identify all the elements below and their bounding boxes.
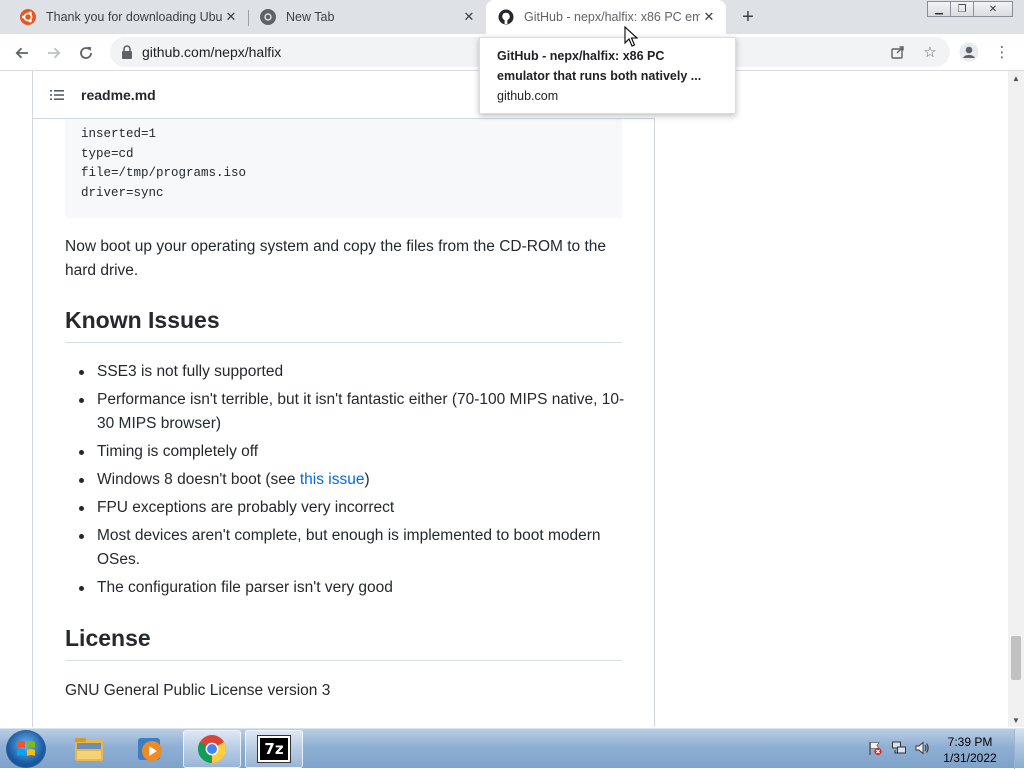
system-clock[interactable]: 7:39 PM 1/31/2022 [930,734,1010,766]
scroll-down-icon[interactable]: ▼ [1008,713,1024,727]
vertical-scrollbar[interactable]: ▲ ▼ [1008,71,1024,727]
forward-arrow-icon[interactable] [41,40,67,66]
tab-strip: Thank you for downloading Ubu ✕ New Tab … [0,0,1024,34]
tab-ubuntu[interactable]: Thank you for downloading Ubu ✕ [8,0,248,34]
taskbar-explorer[interactable] [60,730,118,768]
7zip-logo-text: 7z [264,740,284,758]
list-item: The configuration file parser isn't very… [65,576,625,600]
close-tab-icon[interactable]: ✕ [222,8,240,26]
media-player-icon [138,738,162,761]
list-item: Timing is completely off [65,440,625,464]
code-line: file=/tmp/programs.iso [81,166,247,181]
list-item: Most devices aren't complete, but enough… [65,524,625,572]
issue-text: ) [364,471,370,488]
tab-github-halfix[interactable]: GitHub - nepx/halfix: x86 PC emu ✕ [486,0,726,34]
restore-icon[interactable]: ❐ [950,1,974,17]
page-viewport: ▔ ▔▔▔▔▔▔▔ ▔ inserted=1 type=cd file=/tmp… [0,71,1008,727]
window-controls: ▁ ❐ ✕ [927,1,1013,17]
7zip-icon: 7z [257,735,291,763]
taskbar-chrome[interactable] [183,730,241,768]
network-icon[interactable] [890,739,908,757]
action-center-flag-icon[interactable] [866,739,884,757]
known-issues-list: SSE3 is not fully supported Performance … [65,360,625,604]
scroll-up-icon[interactable]: ▲ [1008,71,1024,85]
code-line: type=cd [81,146,134,161]
github-icon [498,9,514,25]
lock-icon[interactable] [120,45,134,59]
reload-icon[interactable] [73,40,99,66]
issue-text: Windows 8 doesn't boot (see [97,471,300,488]
tab-title: GitHub - nepx/halfix: x86 PC emu [524,10,700,24]
explorer-icon [75,738,103,761]
ubuntu-icon [20,9,36,25]
license-text: GNU General Public License version 3 [65,682,331,699]
code-block: ▔ ▔▔▔▔▔▔▔ ▔ inserted=1 type=cd file=/tmp… [65,107,622,218]
mouse-cursor-icon [624,26,638,47]
share-icon[interactable] [887,41,909,63]
start-button[interactable] [6,730,46,768]
show-desktop-button[interactable] [1014,729,1024,769]
close-tab-icon[interactable]: ✕ [700,8,718,26]
license-heading: License [65,625,622,661]
readme-filename[interactable]: readme.md [81,87,156,103]
windows-logo-icon [17,741,35,756]
tab-hover-card: GitHub - nepx/halfix: x86 PC emulator th… [479,37,736,114]
taskbar-media-player[interactable] [121,730,179,768]
hover-card-title: GitHub - nepx/halfix: x86 PC emulator th… [497,49,702,83]
list-item: Windows 8 doesn't boot (see this issue) [65,468,625,492]
list-item: FPU exceptions are probably very incorre… [65,496,625,520]
tab-title: New Tab [286,10,335,24]
clock-date: 1/31/2022 [943,751,997,765]
taskbar-7zip[interactable]: 7z [245,730,303,768]
new-tab-button[interactable]: + [736,5,760,29]
hover-card-url: github.com [497,89,559,103]
code-line: inserted=1 [81,127,157,141]
this-issue-link[interactable]: this issue [300,471,365,488]
tab-title: Thank you for downloading Ubu [46,10,222,24]
minimize-icon[interactable]: ▁ [927,1,951,17]
windows-taskbar: 7z 7:39 PM 1/31/2022 [0,728,1024,769]
list-item: Performance isn't terrible, but it isn't… [65,388,625,436]
close-window-icon[interactable]: ✕ [973,1,1013,17]
readme-container: ▔ ▔▔▔▔▔▔▔ ▔ inserted=1 type=cd file=/tmp… [32,71,655,727]
profile-avatar-icon[interactable] [958,41,980,63]
list-item: SSE3 is not fully supported [65,360,625,384]
chrome-icon [260,9,276,25]
scrollbar-thumb[interactable] [1011,636,1021,680]
chrome-icon [198,735,226,763]
back-arrow-icon[interactable] [9,40,35,66]
known-issues-heading: Known Issues [65,307,622,343]
clock-time: 7:39 PM [947,735,993,749]
tab-new-tab[interactable]: New Tab ✕ [248,0,486,34]
url-text[interactable]: github.com/nepx/halfix [142,44,281,60]
kebab-menu-icon[interactable]: ⋮ [991,41,1013,63]
list-outline-icon[interactable] [49,87,65,103]
code-line: driver=sync [81,186,164,201]
boot-paragraph: Now boot up your operating system and co… [65,238,607,279]
close-tab-icon[interactable]: ✕ [460,8,478,26]
bookmark-star-icon[interactable]: ☆ [919,41,941,63]
volume-icon[interactable] [913,739,931,757]
